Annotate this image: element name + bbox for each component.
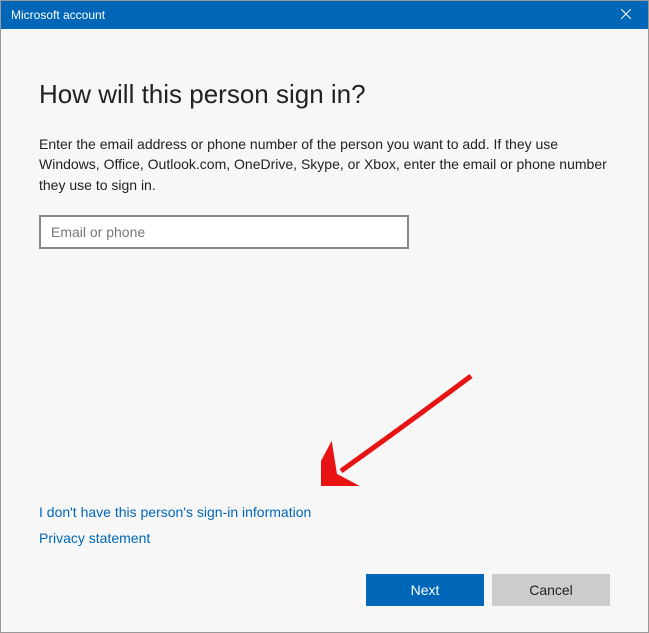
email-or-phone-input[interactable] [39,215,409,249]
links-section: I don't have this person's sign-in infor… [39,504,610,556]
next-button[interactable]: Next [366,574,484,606]
no-signin-info-link[interactable]: I don't have this person's sign-in infor… [39,504,311,520]
email-input-wrap [39,215,610,249]
spacer [39,257,610,504]
close-button[interactable] [604,1,648,29]
privacy-statement-link[interactable]: Privacy statement [39,530,150,546]
dialog-content: How will this person sign in? Enter the … [1,29,648,632]
page-title: How will this person sign in? [39,79,610,110]
button-row: Next Cancel [39,574,610,612]
dialog-window: Microsoft account How will this person s… [0,0,649,633]
cancel-button[interactable]: Cancel [492,574,610,606]
window-title: Microsoft account [11,8,105,22]
close-icon [621,8,631,22]
instruction-text: Enter the email address or phone number … [39,134,610,195]
title-bar: Microsoft account [1,1,648,29]
